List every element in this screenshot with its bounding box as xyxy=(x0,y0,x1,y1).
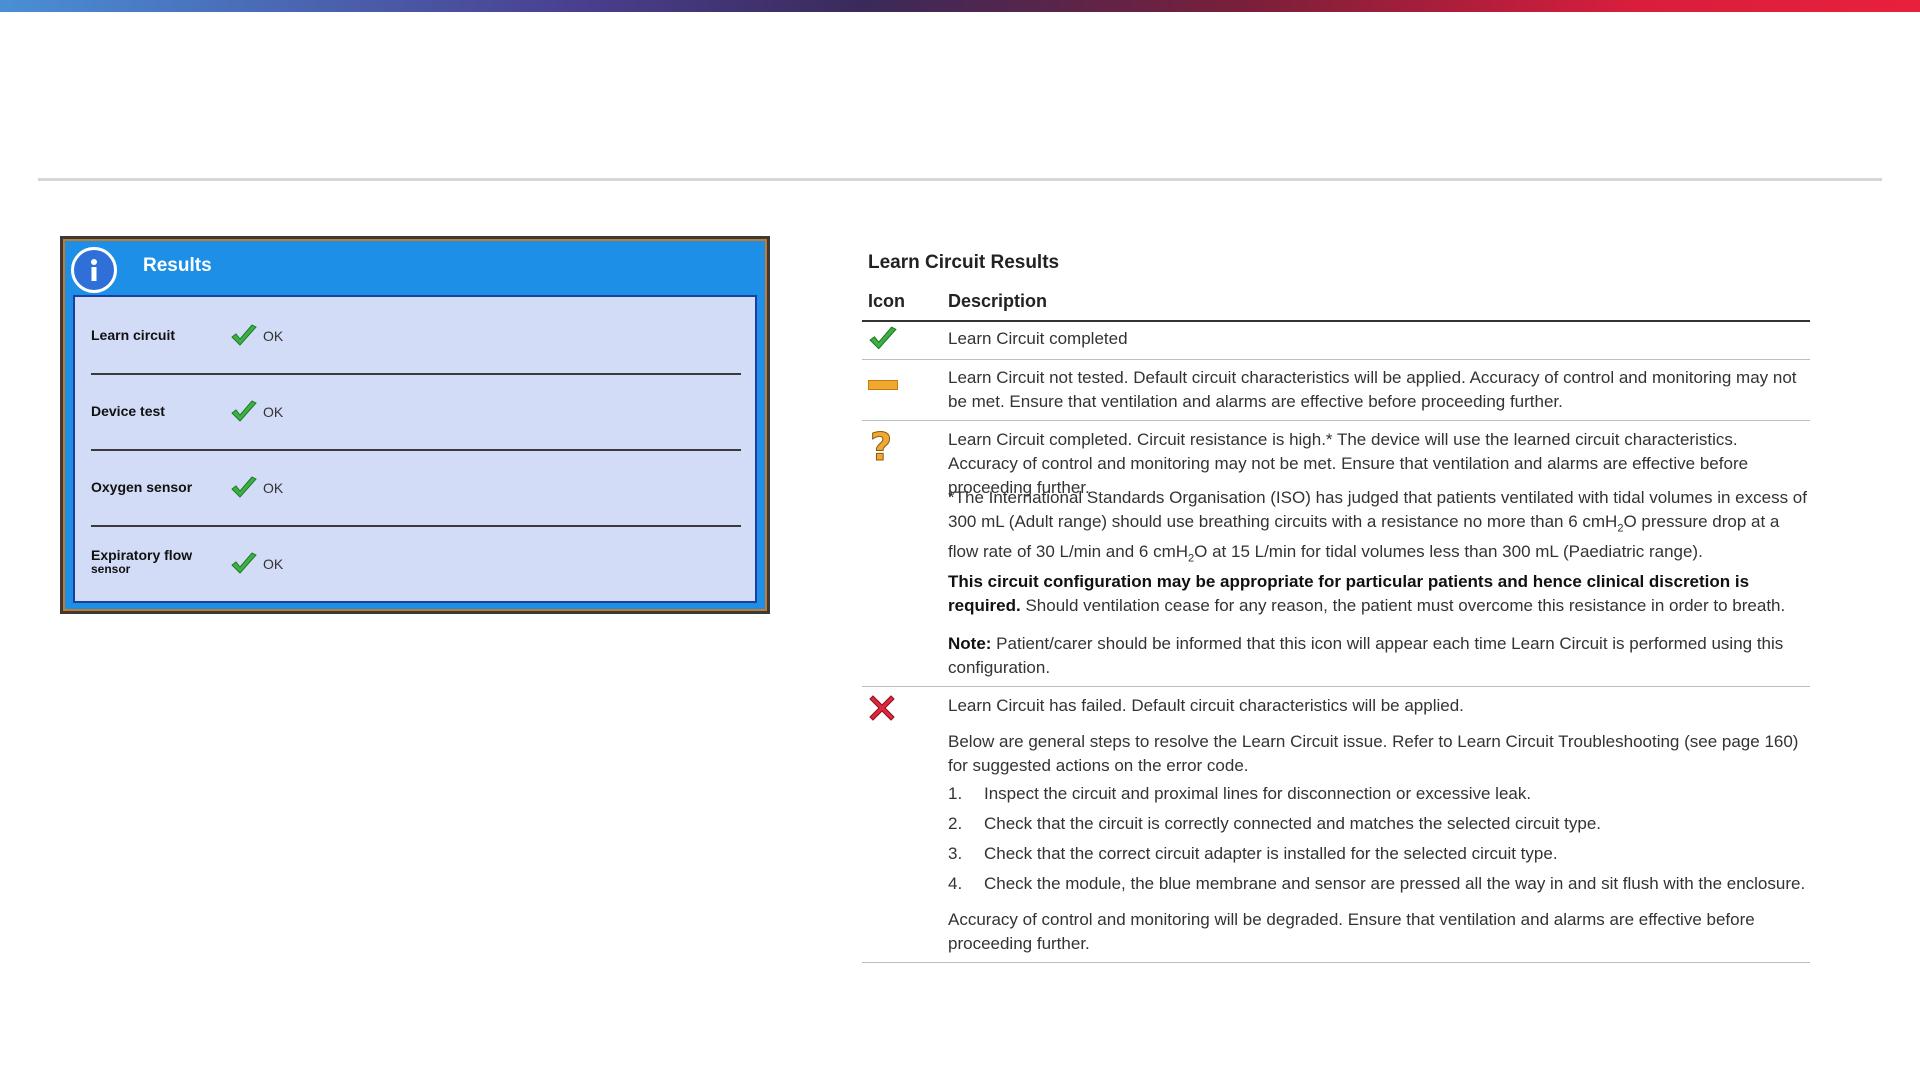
list-number: 2. xyxy=(948,814,963,833)
note-label: Note: xyxy=(948,634,992,653)
info-icon xyxy=(71,247,117,293)
row-description: Learn Circuit not tested. Default circui… xyxy=(948,368,1797,411)
steps-intro: Below are general steps to resolve the L… xyxy=(948,732,1799,775)
results-header: Results xyxy=(63,239,767,295)
results-body: Learn circuit OK Device test OK Oxygen s… xyxy=(73,295,757,603)
list-number: 4. xyxy=(948,874,963,893)
row-description: Learn Circuit has failed. Default circui… xyxy=(948,696,1464,715)
result-row-expiratory-flow-sensor: Expiratory flow sensor OK xyxy=(75,525,755,601)
list-text: Check the module, the blue membrane and … xyxy=(984,874,1806,893)
result-label-line2: sensor xyxy=(91,562,131,576)
orange-dash-icon xyxy=(868,380,898,390)
note-text: Note: Patient/carer should be informed t… xyxy=(948,632,1808,680)
red-x-icon xyxy=(869,695,895,721)
results-panel: Results Learn circuit OK Device test OK … xyxy=(60,236,770,614)
check-icon xyxy=(231,324,257,346)
bold-tail: Should ventilation cease for any reason,… xyxy=(1020,596,1786,615)
row-description: Learn Circuit completed xyxy=(948,329,1128,348)
result-status: OK xyxy=(263,328,284,344)
list-text: Inspect the circuit and proximal lines f… xyxy=(984,784,1532,803)
svg-text:?: ? xyxy=(870,426,892,466)
column-header-icon: Icon xyxy=(868,291,906,311)
row-divider xyxy=(862,420,1810,421)
orange-question-icon: ? xyxy=(869,426,892,466)
check-icon xyxy=(231,400,257,422)
results-title: Results xyxy=(143,255,212,276)
result-status: OK xyxy=(263,480,284,496)
result-label: Oxygen sensor xyxy=(91,479,193,495)
row-divider xyxy=(862,359,1810,360)
result-status: OK xyxy=(263,556,284,572)
clinical-discretion-text: This circuit configuration may be approp… xyxy=(948,570,1808,618)
column-header-description: Description xyxy=(948,291,1048,311)
closing-text: Accuracy of control and monitoring will … xyxy=(948,910,1755,953)
list-number: 3. xyxy=(948,844,963,863)
result-status: OK xyxy=(263,404,284,420)
list-text: Check that the correct circuit adapter i… xyxy=(984,844,1558,863)
note-body: Patient/carer should be informed that th… xyxy=(948,634,1784,677)
table-header-rule xyxy=(862,320,1810,322)
result-row-learn-circuit: Learn circuit OK xyxy=(75,297,755,373)
row-divider xyxy=(862,686,1810,687)
table-bottom-rule xyxy=(862,962,1810,963)
result-label: Device test xyxy=(91,403,165,419)
result-label-line1: Expiratory flow xyxy=(91,547,193,563)
iso-footnote: *The International Standards Organisatio… xyxy=(948,486,1808,571)
result-label: Expiratory flow sensor xyxy=(91,547,221,576)
check-icon xyxy=(231,552,257,574)
list-number: 1. xyxy=(948,784,963,803)
top-accent-bar xyxy=(0,0,1920,12)
result-row-oxygen-sensor: Oxygen sensor OK xyxy=(75,449,755,525)
check-icon xyxy=(231,476,257,498)
table-title: Learn Circuit Results xyxy=(868,252,1060,273)
list-text: Check that the circuit is correctly conn… xyxy=(984,814,1602,833)
green-check-icon xyxy=(869,326,897,350)
result-label: Learn circuit xyxy=(91,327,176,343)
result-row-device-test: Device test OK xyxy=(75,373,755,449)
header-divider xyxy=(38,178,1882,181)
iso-footnote-c: O at 15 L/min for tidal volumes less tha… xyxy=(1194,542,1703,562)
